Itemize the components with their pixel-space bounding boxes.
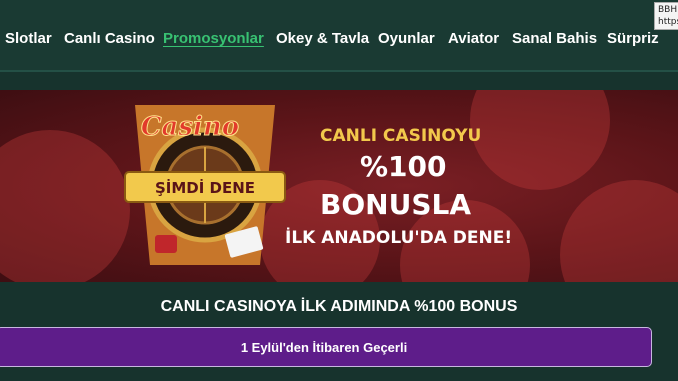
tooltip-line1: BBH xyxy=(658,5,678,15)
banner-line-3: BONUSLA xyxy=(320,188,471,221)
nav-gap xyxy=(0,74,678,90)
dice-icon xyxy=(155,235,177,253)
logo-casino-text: Casino xyxy=(141,112,239,142)
top-nav: Slotlar Canlı Casino Promosyonlar Okey &… xyxy=(0,0,678,72)
promo-headline: CANLI CASINOYA İLK ADIMINDA %100 BONUS xyxy=(160,298,518,315)
nav-item-surpriz[interactable]: Sürpriz xyxy=(607,30,659,47)
banner-line-4: İLK ANADOLU'DA DENE! xyxy=(285,228,513,248)
logo-button-text: ŞİMDİ DENE xyxy=(155,178,255,197)
validity-notice: 1 Eylül'den İtibaren Geçerli xyxy=(0,327,652,367)
url-tooltip: BBH https xyxy=(654,2,678,30)
banner-line-2: %100 xyxy=(360,150,447,183)
promo-banner[interactable]: ŞİMDİ DENE Casino CANLI CASINOYU %100 BO… xyxy=(0,90,678,282)
casino-roulette-logo: ŞİMDİ DENE Casino xyxy=(124,105,286,265)
nav-item-okey-tavla[interactable]: Okey & Tavla xyxy=(276,30,369,47)
nav-item-sanal-bahis[interactable]: Sanal Bahis xyxy=(512,30,597,47)
nav-item-aviator[interactable]: Aviator xyxy=(448,30,499,47)
nav-item-oyunlar[interactable]: Oyunlar xyxy=(378,30,435,47)
bokeh-light xyxy=(560,180,678,282)
page-bottom xyxy=(0,367,678,381)
bokeh-light xyxy=(470,90,610,190)
bokeh-light xyxy=(0,130,130,282)
tooltip-line2: https xyxy=(658,17,678,27)
nav-item-slotlar[interactable]: Slotlar xyxy=(5,30,52,47)
banner-line-1: CANLI CASINOYU xyxy=(320,126,482,146)
nav-item-promosyonlar[interactable]: Promosyonlar xyxy=(163,30,264,47)
nav-item-canli-casino[interactable]: Canlı Casino xyxy=(64,30,155,47)
validity-notice-text: 1 Eylül'den İtibaren Geçerli xyxy=(240,339,408,355)
